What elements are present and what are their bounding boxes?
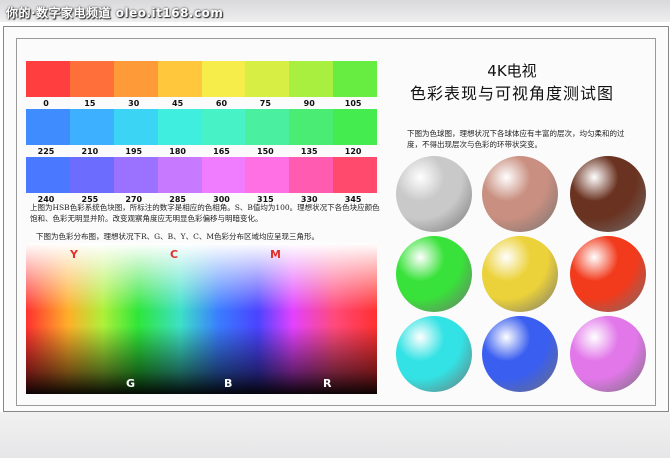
chart-title-line2: 色彩表现与可视角度测试图 (409, 84, 614, 103)
color-ball (482, 156, 558, 232)
hue-swatch (245, 157, 290, 193)
hsb-description: 上图为HSB色彩系统色块图，所标注的数字是相应的色相角。S、B值均为100。理想… (30, 203, 380, 223)
hue-tick-label: 90 (303, 99, 315, 108)
hue-swatch (157, 157, 202, 193)
bottom-strip (0, 412, 670, 458)
hue-swatch (289, 157, 334, 193)
hue-tick-label: 195 (125, 147, 143, 156)
color-ball (396, 156, 472, 232)
hue-swatch (333, 157, 377, 193)
hue-swatch (26, 61, 70, 97)
hue-swatch (113, 61, 158, 97)
hue-swatch (113, 157, 158, 193)
spectrum-description: 下图为色彩分布图，理想状况下R、G、B、Y、C、M色彩分布区域均应呈现三角形。 (36, 232, 320, 241)
hue-swatch (201, 61, 246, 97)
hue-swatch (113, 109, 158, 145)
hue-tick-label: 15 (84, 99, 96, 108)
hue-swatch (26, 109, 70, 145)
color-distribution-chart: Y C M G B R (26, 243, 377, 394)
ball-description: 下图为色球图，理想状况下各球体应有丰富的层次，均匀柔和的过度，不得出现层次与色彩… (407, 129, 625, 149)
hue-swatch (289, 109, 334, 145)
hue-tick-label: 225 (37, 147, 55, 156)
hue-swatch (201, 157, 246, 193)
hue-swatch (157, 61, 202, 97)
color-ball (396, 236, 472, 312)
label-b: B (224, 377, 233, 390)
hue-tick-label: 75 (259, 99, 271, 108)
hue-tick-label: 150 (257, 147, 274, 156)
watermark: 你的·数字家电频道 oleo.it168.com (6, 6, 224, 20)
hue-tick-label: 60 (215, 99, 228, 108)
hue-swatch (245, 61, 290, 97)
hue-tick-label: 105 (344, 99, 362, 108)
label-m: M (270, 248, 281, 261)
hue-tick-label: 135 (300, 147, 318, 156)
hue-tick-label: 210 (81, 147, 99, 156)
hue-row-1 (26, 61, 377, 97)
chart-title-line1: 4K电视 (487, 62, 537, 80)
hue-swatch (69, 109, 114, 145)
hue-tick-label: 165 (213, 147, 230, 156)
color-ball (570, 156, 646, 232)
label-r: R (323, 377, 332, 390)
color-ball (396, 316, 472, 392)
label-g: G (126, 377, 136, 390)
color-ball (482, 316, 558, 392)
color-ball (570, 236, 646, 312)
hue-swatch (245, 109, 290, 145)
hue-swatch (26, 157, 70, 193)
hue-swatch (69, 61, 114, 97)
color-ball (482, 236, 558, 312)
color-ball (570, 316, 646, 392)
hue-tick-label: 30 (128, 99, 140, 108)
hue-tick-label: 45 (172, 99, 184, 108)
label-c: C (170, 248, 179, 261)
hue-swatch (157, 109, 202, 145)
hue-swatch (69, 157, 114, 193)
label-y: Y (70, 248, 78, 261)
hue-tick-label: 120 (344, 147, 362, 156)
hue-swatch (201, 109, 246, 145)
hue-swatch (333, 109, 377, 145)
spectrum-svg (26, 243, 377, 394)
hue-row-3 (26, 157, 377, 193)
hue-swatch (289, 61, 334, 97)
hue-swatch (333, 61, 377, 97)
hue-row-2 (26, 109, 377, 145)
hue-tick-label: 0 (43, 99, 49, 108)
hue-tick-label: 180 (169, 147, 186, 156)
